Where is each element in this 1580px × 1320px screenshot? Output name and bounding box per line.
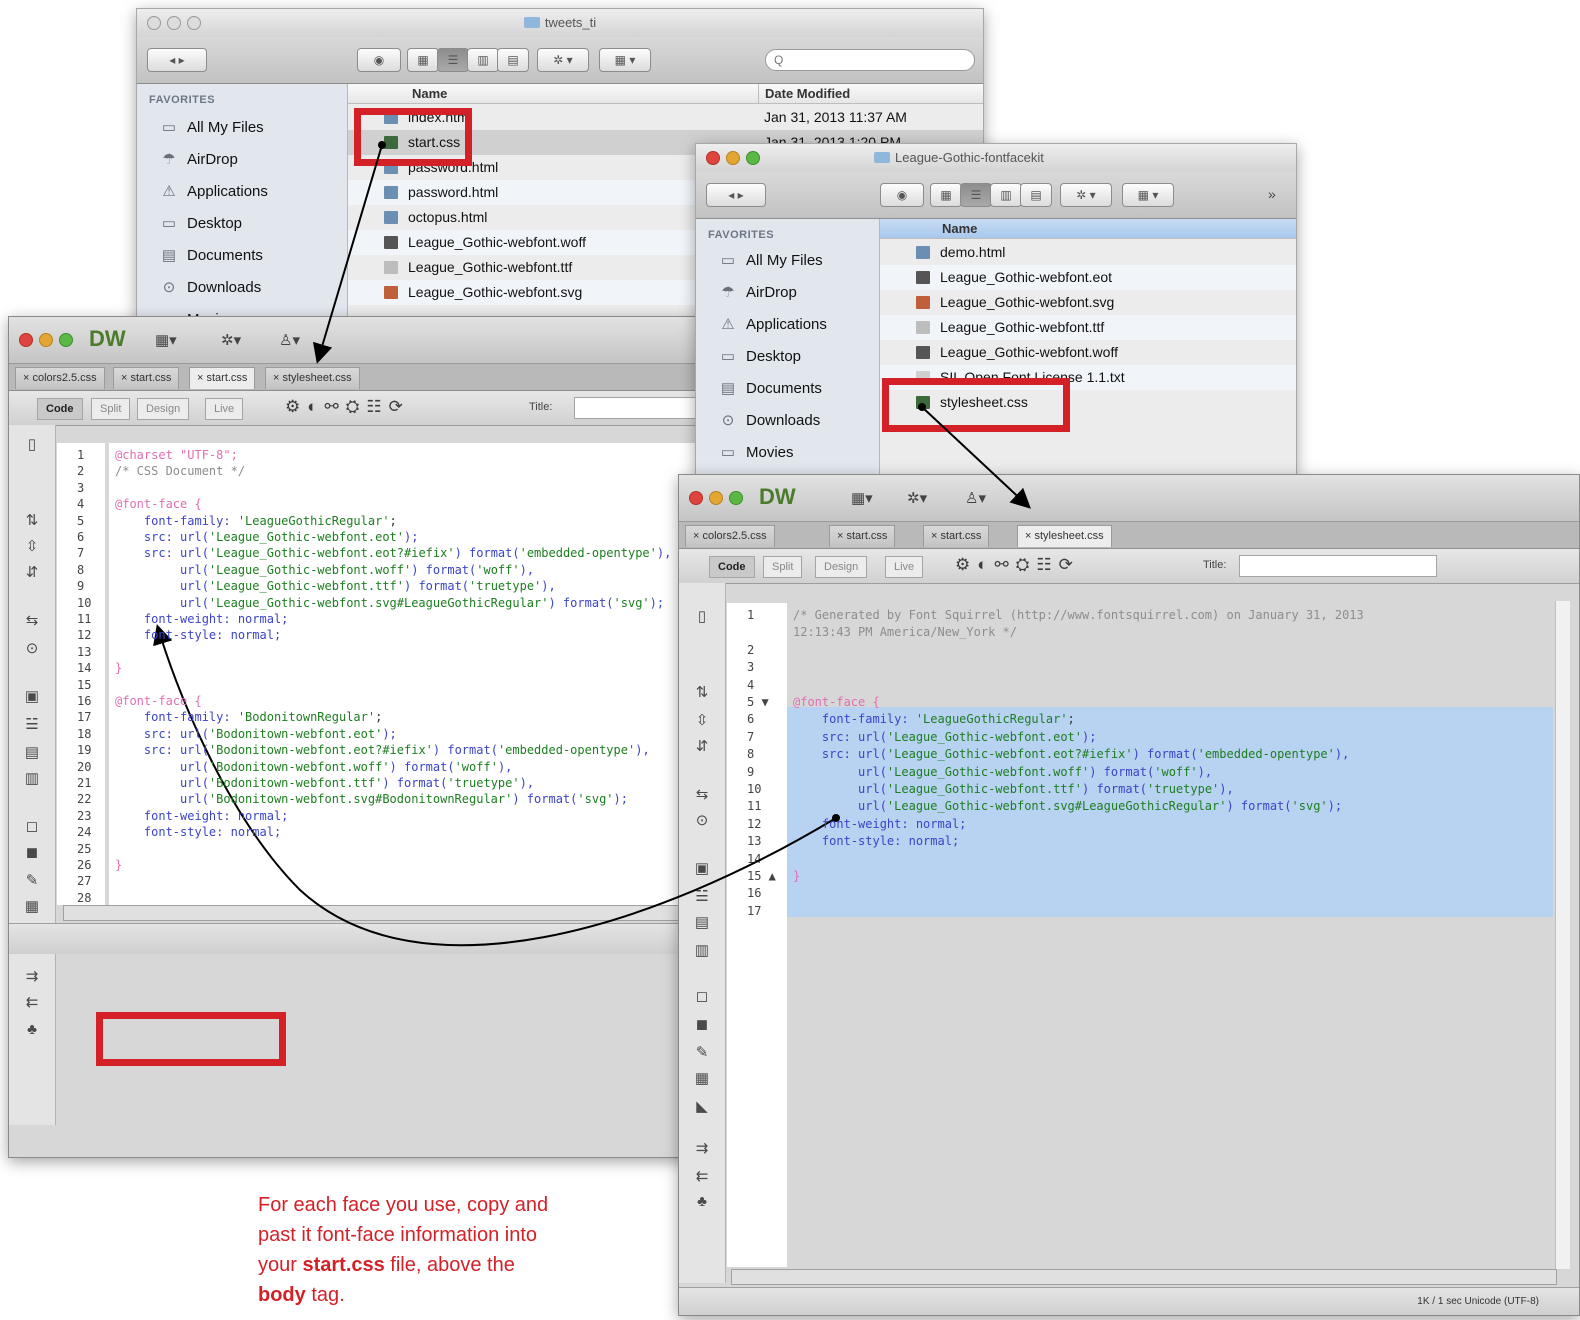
- code-line[interactable]: src: url('League_Gothic-webfont.eot');: [115, 529, 419, 545]
- arrow-start-to-tab: [312, 141, 386, 364]
- code-line[interactable]: font-family: 'LeagueGothicRegular';: [115, 513, 397, 529]
- code-line[interactable]: url('League_Gothic-webfont.svg#LeagueGot…: [793, 798, 1342, 814]
- code-line[interactable]: font-style: normal;: [115, 627, 281, 643]
- code-line[interactable]: url('League_Gothic-webfont.ttf') format(…: [793, 781, 1234, 797]
- code-line[interactable]: @font-face {: [793, 694, 880, 710]
- code-line[interactable]: }: [793, 868, 800, 884]
- code-line[interactable]: url('Bodonitown-webfont.svg#BodonitownRe…: [115, 791, 628, 807]
- code-line[interactable]: font-style: normal;: [793, 833, 959, 849]
- code-line[interactable]: font-weight: normal;: [115, 611, 289, 627]
- code-line[interactable]: @font-face {: [115, 693, 202, 709]
- code-line[interactable]: font-weight: normal;: [115, 808, 289, 824]
- code-line[interactable]: font-weight: normal;: [793, 816, 967, 832]
- code-line[interactable]: font-family: 'BodonitownRegular';: [115, 709, 382, 725]
- code-line[interactable]: 12:13:43 PM America/New_York */: [793, 624, 1017, 640]
- code-line[interactable]: src: url('League_Gothic-webfont.eot');: [793, 729, 1097, 745]
- code-line[interactable]: }: [115, 660, 122, 676]
- instruction-caption: For each face you use, copy and past it …: [258, 1194, 549, 1306]
- code-line[interactable]: url('League_Gothic-webfont.ttf') format(…: [115, 578, 556, 594]
- code-line[interactable]: /* Generated by Font Squirrel (http://ww…: [793, 607, 1364, 623]
- code-line[interactable]: @charset "UTF-8";: [115, 447, 238, 463]
- code-line[interactable]: src: url('Bodonitown-webfont.eot?#iefix'…: [115, 742, 650, 758]
- code-editor-stylesheet-css[interactable]: /* Generated by Font Squirrel (http://ww…: [787, 603, 1553, 1267]
- code-line[interactable]: }: [115, 857, 122, 873]
- code-line[interactable]: url('League_Gothic-webfont.svg#LeagueGot…: [115, 595, 664, 611]
- code-line[interactable]: url('Bodonitown-webfont.woff') format('w…: [115, 759, 512, 775]
- code-line[interactable]: src: url('League_Gothic-webfont.eot?#ief…: [793, 746, 1349, 762]
- code-line[interactable]: url('League_Gothic-webfont.woff') format…: [115, 562, 534, 578]
- code-line[interactable]: font-style: normal;: [115, 824, 281, 840]
- arrow-stylesheet-to-tab: [918, 403, 1031, 509]
- code-line[interactable]: src: url('Bodonitown-webfont.eot');: [115, 726, 397, 742]
- code-line[interactable]: font-family: 'LeagueGothicRegular';: [793, 711, 1075, 727]
- code-line[interactable]: @font-face {: [115, 496, 202, 512]
- code-line[interactable]: url('League_Gothic-webfont.woff') format…: [793, 764, 1212, 780]
- code-line[interactable]: src: url('League_Gothic-webfont.eot?#ief…: [115, 545, 671, 561]
- code-line[interactable]: /* CSS Document */: [115, 463, 245, 479]
- code-line[interactable]: url('Bodonitown-webfont.ttf') format('tr…: [115, 775, 534, 791]
